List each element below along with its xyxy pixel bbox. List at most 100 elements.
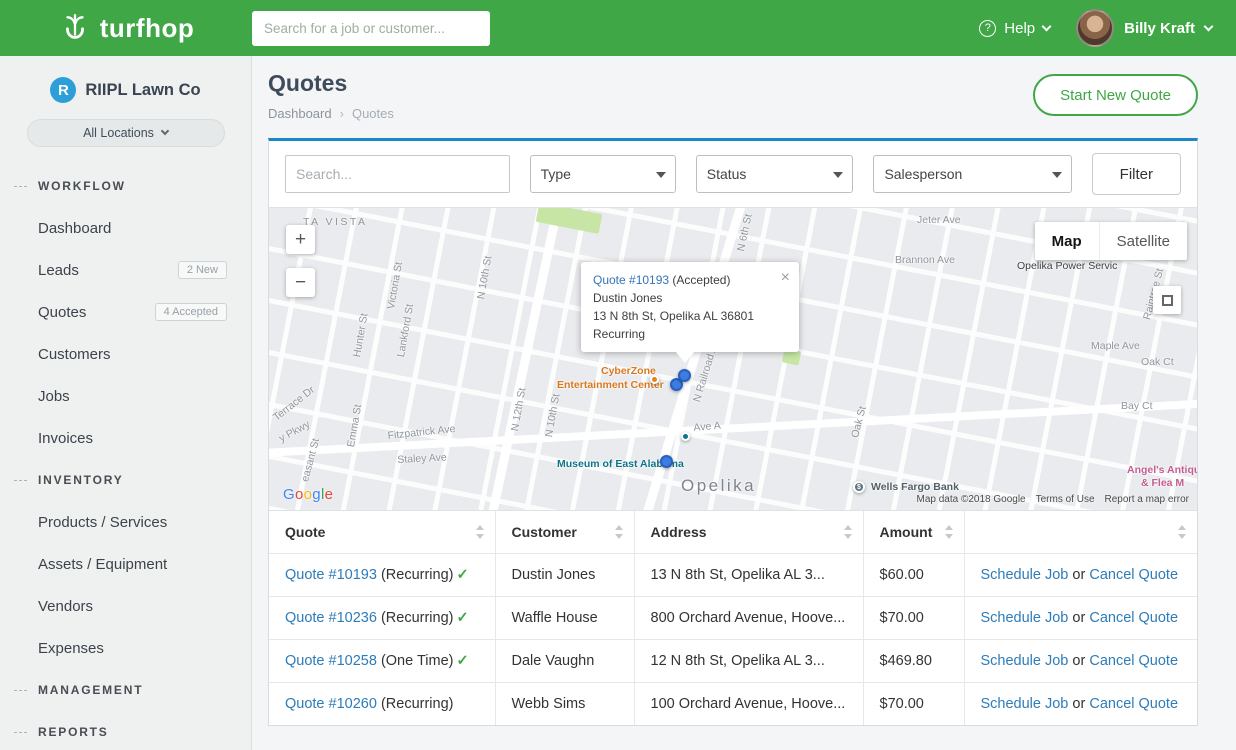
map-attribution: Map data ©2018 Google Terms of Use Repor… [916,494,1189,505]
company-name: RIIPL Lawn Co [85,81,200,100]
help-label: Help [1004,20,1035,37]
global-search-input[interactable] [252,11,490,46]
main-content: Quotes Dashboard › Quotes Start New Quot… [252,56,1236,750]
zoom-out-button[interactable]: − [286,268,315,297]
breadcrumb-separator: › [340,106,344,121]
cancel-quote-link[interactable]: Cancel Quote [1089,696,1178,712]
map-marker[interactable] [650,375,659,384]
accepted-check-icon: ✓ [456,653,468,669]
sidebar-item-vendors[interactable]: Vendors [0,585,251,627]
map-marker[interactable] [660,455,673,468]
status-select[interactable]: Status [696,155,854,193]
map-marker[interactable] [678,369,691,382]
sidebar-item-dashboard[interactable]: Dashboard [0,207,251,249]
address-cell: 12 N 8th St, Opelika AL 3... [634,640,863,683]
report-map-error-link[interactable]: Report a map error [1105,494,1189,505]
help-menu[interactable]: ? Help [979,20,1050,37]
close-icon[interactable]: × [781,266,790,290]
terms-of-use-link[interactable]: Terms of Use [1036,494,1095,505]
quote-link[interactable]: Quote #10260 [285,696,377,712]
infowindow-status: (Accepted) [672,273,730,287]
schedule-job-link[interactable]: Schedule Job [981,696,1069,712]
sort-icon[interactable] [844,525,853,539]
cancel-quote-link[interactable]: Cancel Quote [1089,610,1178,626]
map-type-control: Map Satellite [1035,222,1187,260]
sort-icon[interactable] [945,525,954,539]
sidebar-item-expenses[interactable]: Expenses [0,627,251,669]
map-infowindow: × Quote #10193 (Accepted) Dustin Jones 1… [581,262,799,352]
amount-cell: $70.00 [863,597,964,640]
sidebar: R RIIPL Lawn Co All Locations WORKFLOW D… [0,56,252,750]
company-logo: R [50,77,76,103]
customer-cell: Waffle House [495,597,634,640]
sidebar-item-products-services[interactable]: Products / Services [0,501,251,543]
infowindow-address: 13 N 8th St, Opelika AL 36801 [593,307,787,325]
brand-name: turfhop [100,13,194,44]
infowindow-frequency: Recurring [593,325,787,343]
map[interactable]: TA VISTAJeter AveBrannon AveOpelika Powe… [269,207,1197,511]
schedule-job-link[interactable]: Schedule Job [981,653,1069,669]
user-menu[interactable]: Billy Kraft [1076,9,1212,47]
sort-icon[interactable] [1178,525,1187,539]
map-type-map-button[interactable]: Map [1035,222,1099,260]
section-inventory: INVENTORY [0,459,251,501]
schedule-job-link[interactable]: Schedule Job [981,610,1069,626]
salesperson-select[interactable]: Salesperson [873,155,1071,193]
type-select[interactable]: Type [530,155,676,193]
sidebar-item-assets-equipment[interactable]: Assets / Equipment [0,543,251,585]
accepted-check-icon: ✓ [456,567,468,583]
fullscreen-icon [1162,295,1173,306]
quote-link[interactable]: Quote #10258 [285,653,377,669]
section-dash-icon [14,186,27,187]
topbar: turfhop ? Help Billy Kraft [0,0,1236,56]
accepted-check-icon: ✓ [456,610,468,626]
header-address: Address [634,511,863,554]
sidebar-item-customers[interactable]: Customers [0,333,251,375]
brand[interactable]: turfhop [0,9,252,48]
locations-dropdown[interactable]: All Locations [27,119,225,147]
amount-cell: $60.00 [863,554,964,597]
user-name: Billy Kraft [1124,20,1195,37]
filter-bar: Type Status Salesperson Filter [269,141,1197,207]
sidebar-item-leads[interactable]: Leads2 New [0,249,251,291]
sidebar-item-quotes[interactable]: Quotes4 Accepted [0,291,251,333]
quote-link[interactable]: Quote #10193 [285,567,377,583]
breadcrumb-dashboard[interactable]: Dashboard [268,106,332,121]
quotes-card: Type Status Salesperson Filter TA VISTAJ… [268,138,1198,726]
chevron-down-icon [161,127,169,135]
sidebar-item-invoices[interactable]: Invoices [0,417,251,459]
table-row: Quote #10258 (One Time)✓ Dale Vaughn 12 … [269,640,1197,683]
section-dash-icon [14,480,27,481]
header-quote: Quote [269,511,495,554]
fullscreen-button[interactable] [1153,286,1181,314]
address-cell: 100 Orchard Avenue, Hoove... [634,683,863,726]
cancel-quote-link[interactable]: Cancel Quote [1089,653,1178,669]
map-marker[interactable] [681,432,690,441]
chevron-down-icon [1204,21,1214,31]
zoom-in-button[interactable]: + [286,225,315,254]
quotes-search-input[interactable] [285,155,510,193]
map-marker[interactable]: $ [853,481,865,493]
header-actions [964,511,1197,554]
infowindow-quote-link[interactable]: Quote #10193 [593,273,669,287]
quote-link[interactable]: Quote #10236 [285,610,377,626]
cancel-quote-link[interactable]: Cancel Quote [1089,567,1178,583]
quotes-badge: 4 Accepted [155,303,227,321]
sort-icon[interactable] [476,525,485,539]
header-amount: Amount [863,511,964,554]
sort-icon[interactable] [615,525,624,539]
map-type-satellite-button[interactable]: Satellite [1099,222,1187,260]
section-reports[interactable]: REPORTS [0,711,251,750]
avatar [1076,9,1114,47]
section-management[interactable]: MANAGEMENT [0,669,251,711]
address-cell: 13 N 8th St, Opelika AL 3... [634,554,863,597]
start-new-quote-button[interactable]: Start New Quote [1033,74,1198,116]
quotes-table: Quote Customer Address Amount Quote #101… [269,511,1197,725]
google-logo[interactable]: Google [283,486,333,503]
schedule-job-link[interactable]: Schedule Job [981,567,1069,583]
table-header-row: Quote Customer Address Amount [269,511,1197,554]
sidebar-item-jobs[interactable]: Jobs [0,375,251,417]
sidebar-nav: WORKFLOW Dashboard Leads2 New Quotes4 Ac… [0,165,251,750]
filter-button[interactable]: Filter [1092,153,1181,195]
chevron-down-icon [1042,21,1052,31]
